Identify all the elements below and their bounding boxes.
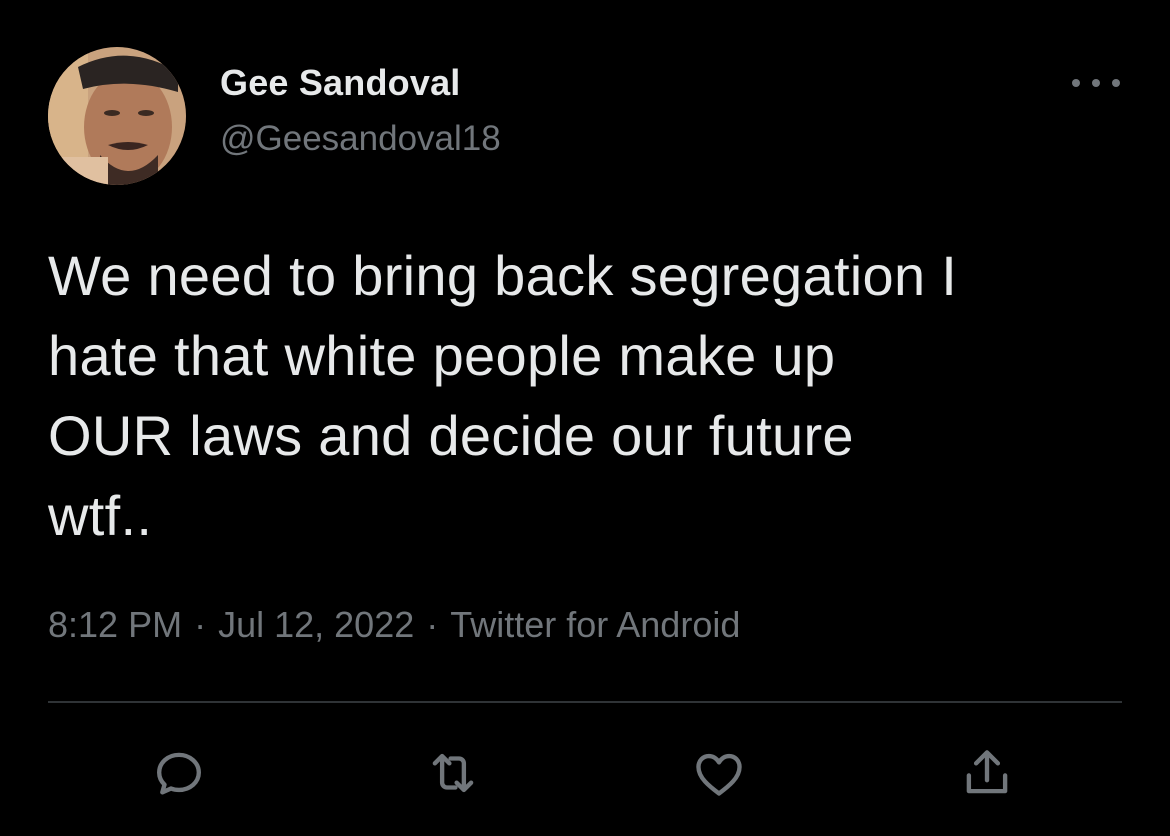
- tweet-time[interactable]: 8:12 PM: [48, 604, 182, 645]
- retweet-button[interactable]: [418, 738, 488, 808]
- user-handle[interactable]: @Geesandoval18: [220, 119, 501, 159]
- dot: [1072, 79, 1080, 87]
- tweet-line: wtf..: [48, 484, 153, 547]
- tweet-line: hate that white people make up: [48, 324, 836, 387]
- retweet-icon: [432, 753, 474, 793]
- display-name[interactable]: Gee Sandoval: [220, 62, 461, 104]
- tweet-card: Gee Sandoval @Geesandoval18 We need to b…: [0, 0, 1170, 836]
- dot: [1092, 79, 1100, 87]
- meta-separator: ·: [194, 604, 207, 645]
- like-icon: [696, 753, 742, 796]
- tweet-source[interactable]: Twitter for Android: [450, 604, 740, 645]
- share-icon: [966, 750, 1008, 794]
- reply-button[interactable]: [144, 738, 214, 808]
- tweet-meta: 8:12 PM · Jul 12, 2022 · Twitter for Android: [48, 604, 740, 646]
- tweet-text: We need to bring back segregation I hate…: [48, 236, 1128, 556]
- avatar-photo-icon: [48, 47, 186, 185]
- tweet-date[interactable]: Jul 12, 2022: [218, 604, 414, 645]
- more-options-icon[interactable]: [1072, 68, 1120, 98]
- divider: [48, 701, 1122, 703]
- tweet-line: We need to bring back segregation I: [48, 244, 958, 307]
- reply-icon: [157, 752, 201, 795]
- share-button[interactable]: [952, 738, 1022, 808]
- dot: [1112, 79, 1120, 87]
- like-button[interactable]: [684, 738, 754, 808]
- tweet-line: OUR laws and decide our future: [48, 404, 854, 467]
- meta-separator: ·: [426, 604, 439, 645]
- avatar[interactable]: [48, 47, 186, 185]
